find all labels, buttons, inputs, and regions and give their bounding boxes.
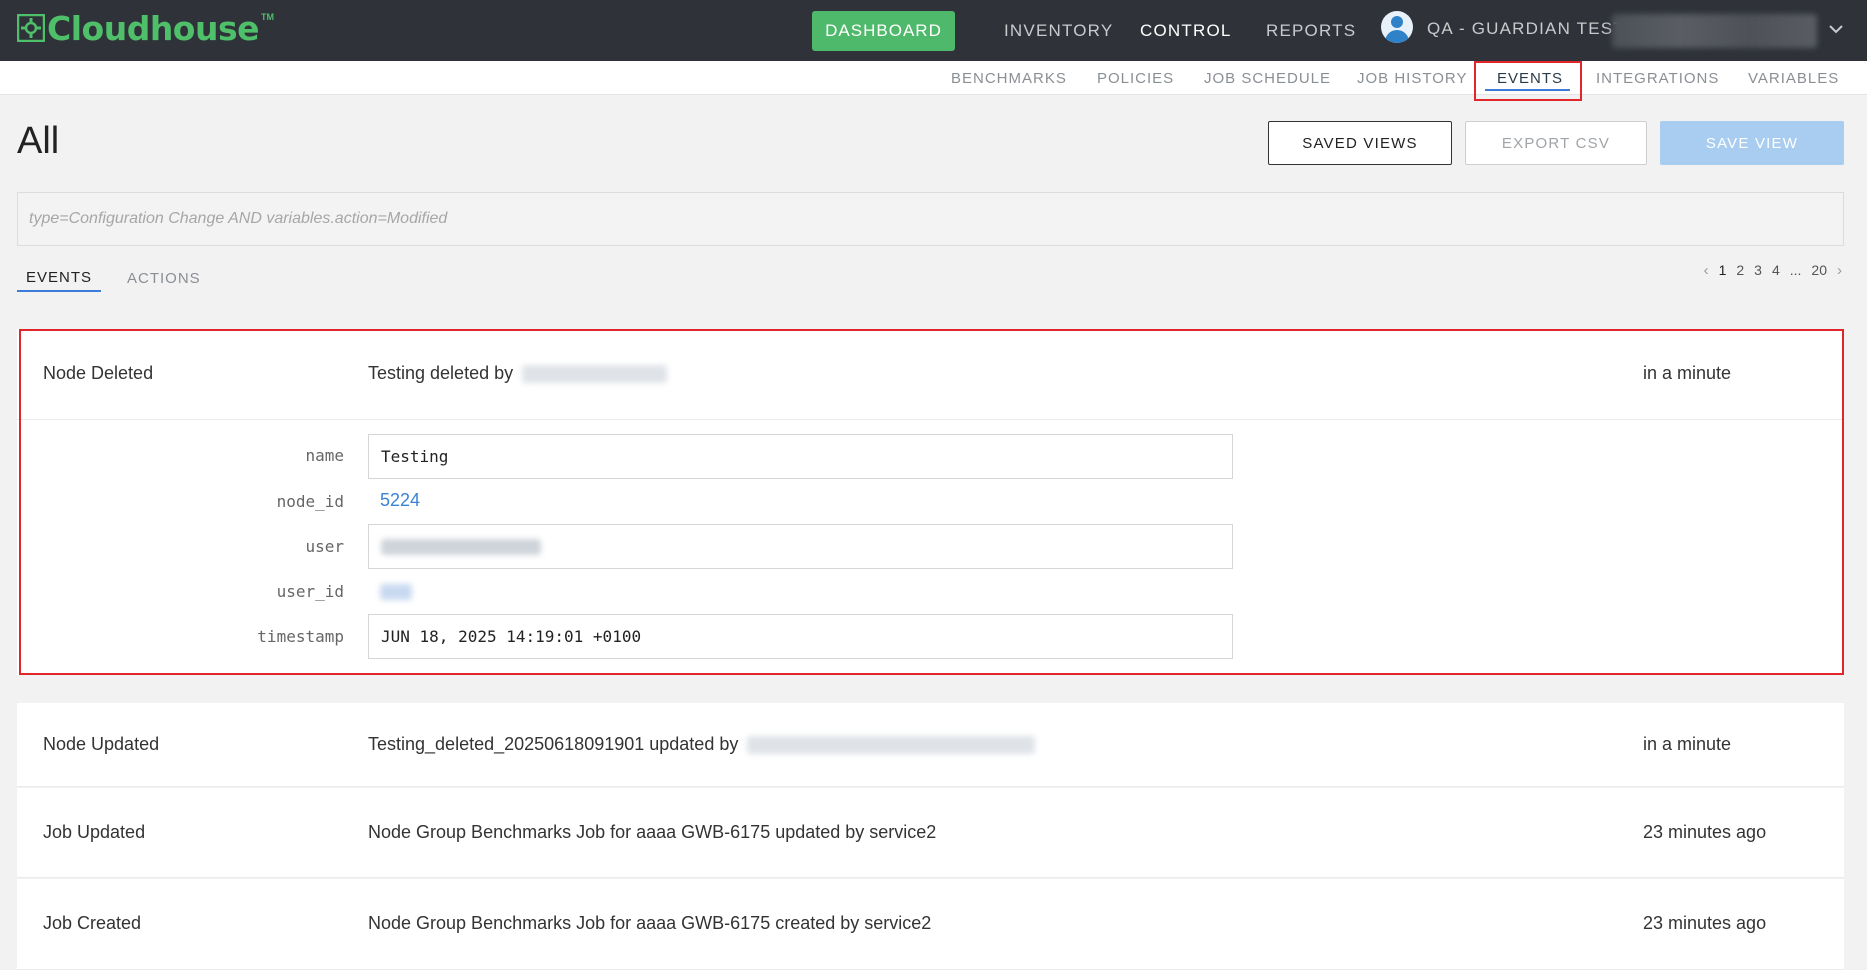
event-type: Job Updated xyxy=(43,822,146,842)
redacted-account-detail xyxy=(1612,14,1817,48)
page-title: All xyxy=(17,120,60,162)
pagination: ‹ 1 2 3 4 ... 20 › xyxy=(1694,262,1842,279)
field-label-timestamp: timestamp xyxy=(257,627,344,646)
event-description: Node Group Benchmarks Job for aaaa GWB-6… xyxy=(368,913,932,933)
field-label-name: name xyxy=(305,446,344,465)
user-avatar-icon[interactable] xyxy=(1381,11,1413,43)
export-csv-button[interactable]: EXPORT CSV xyxy=(1465,121,1647,165)
subnav-benchmarks[interactable]: BENCHMARKS xyxy=(951,61,1067,95)
redacted-user xyxy=(522,365,668,384)
events-highlight-box xyxy=(1474,61,1582,101)
subnav-variables[interactable]: VARIABLES xyxy=(1748,61,1839,95)
pagination-page-2[interactable]: 2 xyxy=(1736,262,1744,278)
field-label-user: user xyxy=(305,537,344,556)
event-description: Testing_deleted_20250618091901 updated b… xyxy=(368,734,1036,755)
search-query-input[interactable]: type=Configuration Change AND variables.… xyxy=(17,192,1844,246)
pagination-page-20[interactable]: 20 xyxy=(1811,262,1827,278)
pagination-next-icon[interactable]: › xyxy=(1837,262,1842,279)
expanded-event-header[interactable]: Node Deleted Testing deleted by in a min… xyxy=(17,329,1844,420)
field-value-node-id-link[interactable]: 5224 xyxy=(380,490,420,511)
pagination-prev-icon[interactable]: ‹ xyxy=(1704,262,1709,279)
event-row[interactable]: Node Updated Testing_deleted_20250618091… xyxy=(17,703,1844,787)
event-time: 23 minutes ago xyxy=(1643,913,1767,933)
logo-trademark: TM xyxy=(261,12,274,22)
field-label-node-id: node_id xyxy=(276,492,344,511)
event-time: in a minute xyxy=(1643,363,1732,383)
event-type: Job Created xyxy=(43,913,142,933)
chevron-down-icon[interactable] xyxy=(1827,20,1845,38)
pagination-page-3[interactable]: 3 xyxy=(1754,262,1762,278)
redacted-user-id-link[interactable] xyxy=(380,584,412,600)
event-description: Testing deleted by xyxy=(368,363,668,384)
event-type: Node Deleted xyxy=(43,363,154,383)
subnav-policies[interactable]: POLICIES xyxy=(1097,61,1174,95)
event-description-text: Testing_deleted_20250618091901 updated b… xyxy=(368,734,739,754)
field-value-user[interactable] xyxy=(368,524,1233,569)
pagination-page-1[interactable]: 1 xyxy=(1719,262,1727,278)
cloudhouse-logo-icon xyxy=(17,14,45,42)
cloudhouse-logo[interactable]: Cloudhouse TM xyxy=(17,8,274,48)
dashboard-button[interactable]: DASHBOARD xyxy=(812,11,955,51)
user-account-name[interactable]: QA - GUARDIAN TEST xyxy=(1427,0,1625,58)
tab-actions[interactable]: ACTIONS xyxy=(127,264,201,292)
nav-reports[interactable]: REPORTS xyxy=(1266,0,1356,61)
event-description-text: Testing deleted by xyxy=(368,363,514,383)
saved-views-button[interactable]: SAVED VIEWS xyxy=(1268,121,1452,165)
expanded-event-card[interactable]: Node Deleted Testing deleted by in a min… xyxy=(17,329,1844,675)
nav-inventory[interactable]: INVENTORY xyxy=(1004,0,1113,61)
nav-control[interactable]: CONTROL xyxy=(1140,0,1232,61)
logo-text: Cloudhouse xyxy=(47,8,260,48)
save-view-button[interactable]: SAVE VIEW xyxy=(1660,121,1844,165)
event-description: Node Group Benchmarks Job for aaaa GWB-6… xyxy=(368,822,937,842)
subnav-job-schedule[interactable]: JOB SCHEDULE xyxy=(1204,61,1331,95)
subnav-job-history[interactable]: JOB HISTORY xyxy=(1357,61,1467,95)
event-time: in a minute xyxy=(1643,734,1732,754)
subnav-integrations[interactable]: INTEGRATIONS xyxy=(1596,61,1719,95)
event-time: 23 minutes ago xyxy=(1643,822,1767,842)
field-value-timestamp[interactable]: JUN 18, 2025 14:19:01 +0100 xyxy=(368,614,1233,659)
pagination-page-4[interactable]: 4 xyxy=(1772,262,1780,278)
top-bar: Cloudhouse TM DASHBOARD INVENTORY CONTRO… xyxy=(0,0,1867,61)
sub-navigation: BENCHMARKS POLICIES JOB SCHEDULE JOB HIS… xyxy=(0,61,1867,95)
field-label-user-id: user_id xyxy=(276,582,344,601)
event-row[interactable]: Job Created Node Group Benchmarks Job fo… xyxy=(17,879,1844,970)
event-type: Node Updated xyxy=(43,734,160,754)
redacted-user xyxy=(747,736,1036,755)
redacted-user-value xyxy=(381,538,541,555)
pagination-ellipsis: ... xyxy=(1789,262,1802,278)
field-value-name[interactable]: Testing xyxy=(368,434,1233,479)
tab-events[interactable]: EVENTS xyxy=(17,264,101,292)
event-row[interactable]: Job Updated Node Group Benchmarks Job fo… xyxy=(17,788,1844,878)
